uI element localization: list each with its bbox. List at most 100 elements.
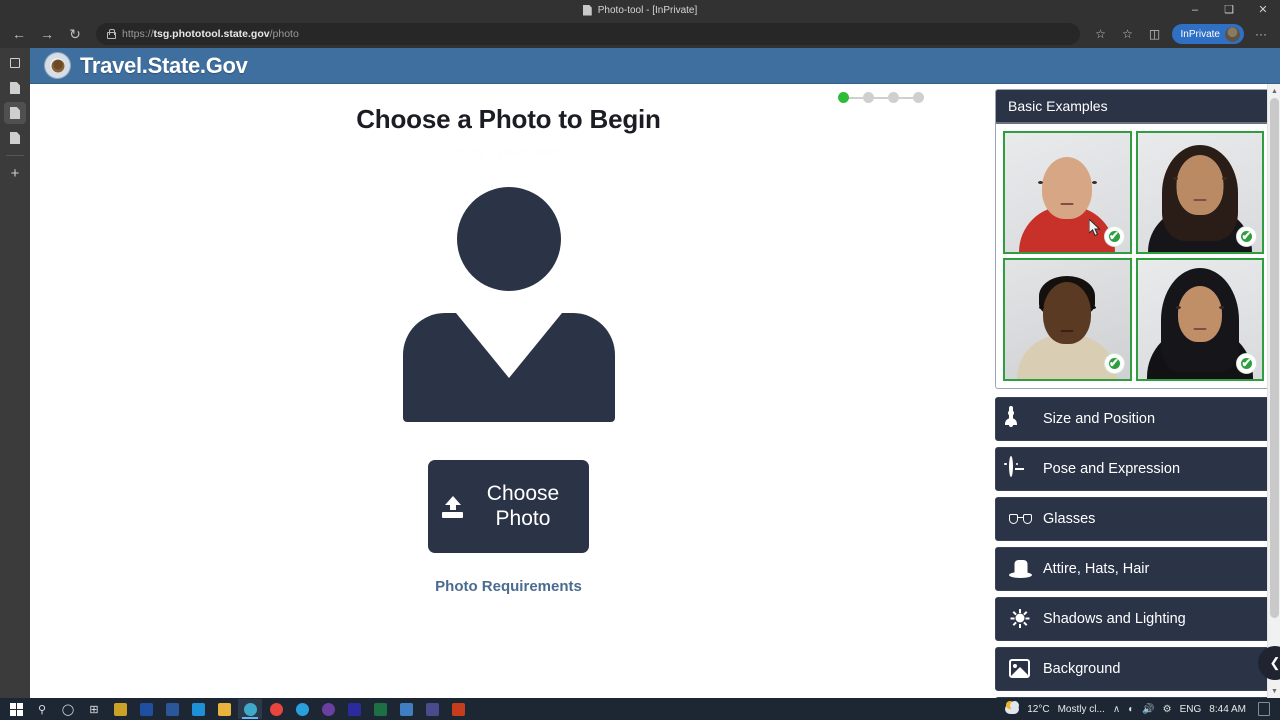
approved-check-icon: ✔ (1236, 353, 1257, 374)
new-tab-button[interactable]: + (4, 162, 26, 184)
maximize-button[interactable]: ❑ (1212, 0, 1246, 20)
powerpoint-icon[interactable] (446, 699, 470, 719)
close-button[interactable]: ✕ (1246, 0, 1280, 20)
page-scrollbar[interactable]: ▲ ▼ (1267, 84, 1280, 698)
volume-icon[interactable]: 🔊 (1142, 704, 1154, 715)
weather-temperature[interactable]: 12°C (1027, 704, 1049, 715)
office-icon[interactable] (134, 699, 158, 719)
progress-line (899, 96, 913, 99)
task-view-icon[interactable]: ⊞ (82, 699, 106, 719)
photoshop-icon[interactable] (316, 699, 340, 719)
sidebar-item-glasses[interactable]: Glasses (995, 497, 1272, 541)
page-icon (10, 132, 20, 144)
main-column: Choose a Photo to Begin Drag a photo her… (30, 84, 987, 698)
start-button[interactable] (4, 699, 28, 719)
sun-icon (1009, 608, 1032, 631)
progress-line (874, 96, 888, 99)
clock[interactable]: 8:44 AM (1209, 704, 1246, 715)
collections-icon[interactable]: ☆ (1115, 22, 1141, 46)
browser-essentials-icon[interactable]: ◫ (1142, 22, 1168, 46)
settings-more-icon[interactable]: ··· (1248, 22, 1274, 46)
progress-line (849, 96, 863, 99)
sidebar-item-label: Shadows and Lighting (1043, 611, 1186, 627)
telegram-icon[interactable] (290, 699, 314, 719)
vertical-tab-3[interactable] (4, 127, 26, 149)
example-photo-4[interactable]: ✔ (1135, 258, 1264, 381)
approved-check-icon: ✔ (1103, 353, 1125, 374)
sidebar-item-pose-and-expression[interactable]: Pose and Expression (995, 447, 1272, 491)
progress-dot-2[interactable] (863, 92, 874, 103)
minimize-button[interactable]: – (1178, 0, 1212, 20)
placeholder-collar (455, 313, 562, 378)
choose-photo-label: Choose Photo (486, 481, 560, 530)
weather-icon (1005, 701, 1020, 714)
inprivate-label: InPrivate (1180, 28, 1220, 40)
tab-strip-toggle[interactable] (4, 52, 26, 74)
examples-sidebar: Basic Examples ✔ ✔ ✔ ✔ Size and Position… (987, 84, 1280, 698)
weather-description[interactable]: Mostly cl... (1058, 704, 1105, 715)
panel-square-icon (10, 58, 20, 68)
scrollbar-thumb[interactable] (1270, 98, 1279, 618)
chrome-icon[interactable] (264, 699, 288, 719)
sidebar-item-attire-hats-hair[interactable]: Attire, Hats, Hair (995, 547, 1272, 591)
browser-window: Photo-tool - [InPrivate] – ❑ ✕ ← → ↻ htt… (0, 0, 1280, 720)
inprivate-badge[interactable]: InPrivate (1171, 24, 1244, 44)
tray-expand-chevron-icon[interactable]: ∧ (1113, 704, 1120, 715)
favorites-star-icon[interactable]: ☆ (1088, 22, 1114, 46)
wifi-icon[interactable]: ◐ (1128, 704, 1134, 715)
browser-titlebar: Photo-tool - [InPrivate] – ❑ ✕ (0, 0, 1280, 20)
language-indicator[interactable]: ENG (1180, 704, 1202, 715)
approved-check-icon: ✔ (1236, 226, 1257, 247)
choose-photo-button[interactable]: Choose Photo (428, 460, 589, 553)
photos-icon[interactable] (394, 699, 418, 719)
browser-toolbar: ← → ↻ https://tsg.phototool.state.gov/ph… (0, 20, 1280, 48)
avatar (1225, 26, 1240, 42)
word-icon[interactable] (160, 699, 184, 719)
sidebar-item-background[interactable]: Background (995, 647, 1272, 691)
forward-button[interactable]: → (34, 22, 60, 46)
upload-icon (442, 496, 463, 518)
cortana-icon[interactable]: ◯ (56, 699, 80, 719)
sidebar-item-label: Background (1043, 661, 1121, 677)
toolbar-actions: ☆ ☆ ◫ InPrivate ··· (1088, 22, 1274, 46)
page-icon (582, 4, 592, 16)
audition-icon[interactable] (342, 699, 366, 719)
sidebar-item-size-and-position[interactable]: Size and Position (995, 397, 1272, 441)
page-title: Choose a Photo to Begin (356, 104, 661, 134)
mail-icon[interactable] (186, 699, 210, 719)
browser-tab[interactable]: Photo-tool - [InPrivate] (582, 4, 697, 16)
vertical-tab-1[interactable] (4, 77, 26, 99)
example-photo-2[interactable]: ✔ (1135, 131, 1264, 254)
photo-dropzone[interactable] (30, 187, 987, 422)
sidebar-item-label: Attire, Hats, Hair (1043, 561, 1150, 577)
vertical-tab-2-active[interactable] (4, 102, 26, 124)
search-icon[interactable]: ⚲ (30, 699, 54, 719)
scroll-down-arrow[interactable]: ▼ (1268, 684, 1280, 698)
back-button[interactable]: ← (6, 22, 32, 46)
notifications-icon[interactable] (1258, 702, 1270, 716)
bluetooth-icon[interactable]: ⚙ (1163, 704, 1172, 715)
reload-button[interactable]: ↻ (62, 22, 88, 46)
excel-icon[interactable] (368, 699, 392, 719)
edge-icon[interactable] (238, 699, 262, 719)
photo-requirements-link[interactable]: Photo Requirements (30, 578, 987, 595)
placeholder-head (456, 187, 561, 291)
progress-dot-4[interactable] (913, 92, 924, 103)
address-bar[interactable]: https://tsg.phototool.state.gov/photo (96, 23, 1080, 45)
choose-photo-wrap: Choose Photo (30, 460, 987, 553)
music-icon[interactable] (420, 699, 444, 719)
scroll-up-arrow[interactable]: ▲ (1268, 84, 1280, 98)
requirements-accordion: Size and Position Pose and Expression Gl… (995, 397, 1272, 698)
file-explorer-icon[interactable] (212, 699, 236, 719)
example-photo-3[interactable]: ✔ (1003, 258, 1132, 381)
address-bar-url: https://tsg.phototool.state.gov/photo (122, 28, 299, 40)
progress-dot-3[interactable] (888, 92, 899, 103)
progress-dot-1[interactable] (838, 92, 849, 103)
windows-taskbar: ⚲ ◯ ⊞ 12°C Mostly cl... ∧ ◐ 🔊 ⚙ ENG 8:44… (0, 698, 1280, 720)
sidebar-item-shadows-and-lighting[interactable]: Shadows and Lighting (995, 597, 1272, 641)
page-icon (10, 82, 20, 94)
lock-icon (106, 29, 116, 39)
portrait-frame-icon (1009, 405, 1032, 431)
store-icon[interactable] (108, 699, 132, 719)
example-photo-1[interactable]: ✔ (1003, 131, 1132, 254)
